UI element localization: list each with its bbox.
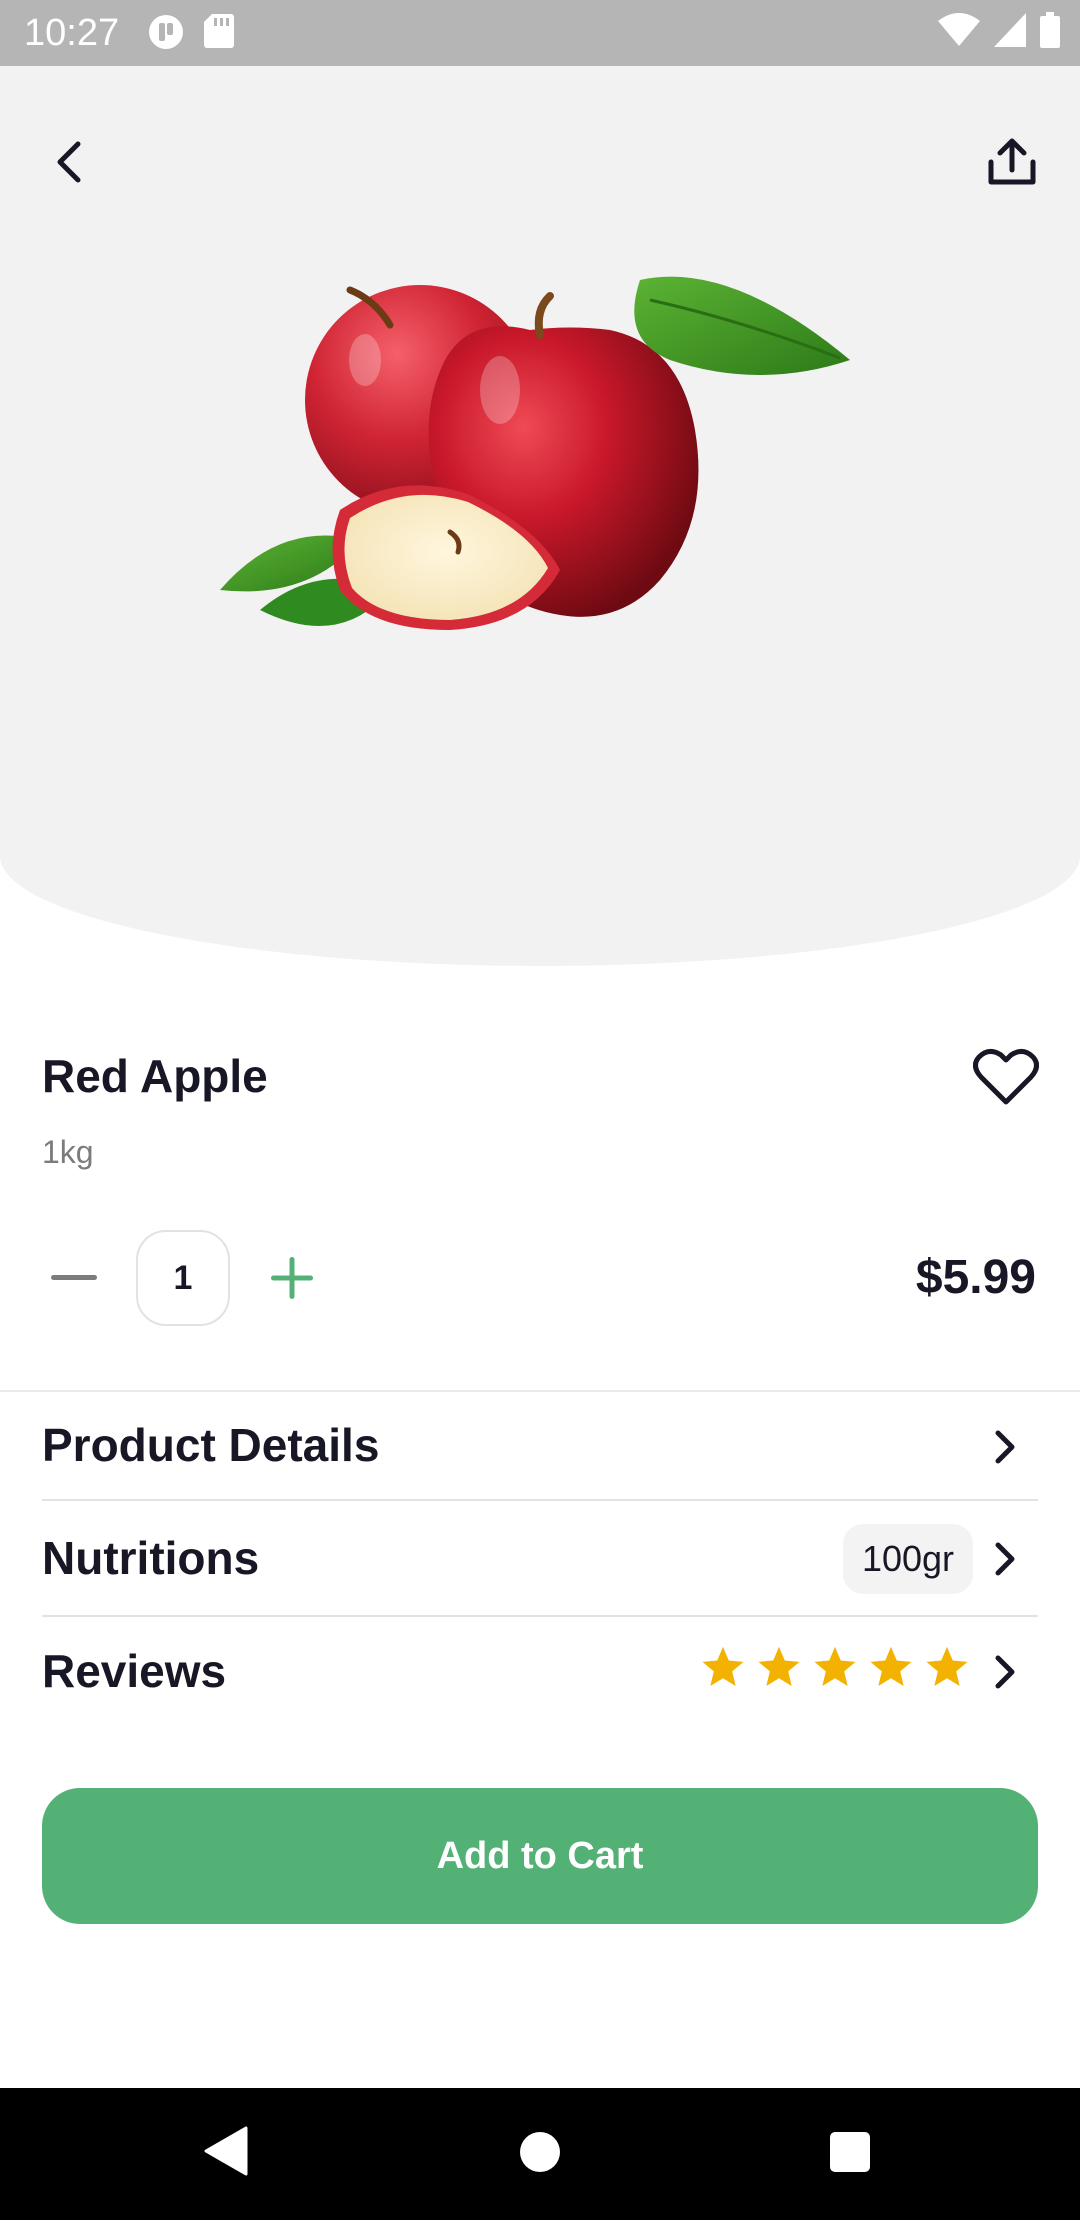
back-button[interactable] [40, 132, 96, 192]
sd-card-icon [204, 14, 234, 48]
star-icon [702, 1646, 744, 1686]
nutrition-badge: 100gr [843, 1524, 973, 1594]
plus-icon [271, 1257, 313, 1299]
product-name: Red Apple [42, 1050, 268, 1102]
quantity-value: 1 [136, 1230, 230, 1326]
battery-icon [1040, 12, 1060, 48]
star-icon [870, 1646, 912, 1686]
nav-home-icon[interactable] [520, 2132, 560, 2172]
rating-stars [700, 1644, 970, 1690]
signal-icon [994, 13, 1026, 47]
product-details-row[interactable]: Product Details [42, 1417, 379, 1473]
decrease-quantity-button[interactable] [48, 1250, 100, 1306]
minus-icon [51, 1275, 97, 1280]
star-icon [926, 1646, 968, 1686]
row-divider [42, 1499, 1038, 1501]
chevron-right-icon[interactable] [990, 1537, 1020, 1581]
product-image [220, 276, 850, 630]
nutritions-row[interactable]: Nutritions [42, 1530, 259, 1586]
nav-back-icon[interactable] [204, 2126, 248, 2176]
add-to-cart-button[interactable]: Add to Cart [42, 1788, 1038, 1924]
product-price: $5.99 [915, 1251, 1036, 1304]
chevron-left-icon [57, 141, 81, 183]
product-unit: 1kg [42, 1134, 94, 1170]
row-divider [42, 1615, 1038, 1617]
status-left-icons [148, 14, 234, 50]
status-time: 10:27 [24, 12, 120, 54]
system-navigation-bar [0, 2088, 1080, 2220]
chevron-right-icon[interactable] [990, 1425, 1020, 1469]
reviews-row[interactable]: Reviews [42, 1643, 226, 1699]
section-divider [0, 1390, 1080, 1392]
heart-outline-icon [973, 1049, 1039, 1105]
app-notification-icon [149, 15, 183, 49]
share-button[interactable] [980, 130, 1044, 194]
star-icon [814, 1646, 856, 1686]
status-bar: 10:27 [0, 0, 1080, 66]
status-right-icons [938, 12, 1060, 48]
nav-recents-icon[interactable] [830, 2132, 870, 2172]
increase-quantity-button[interactable] [266, 1250, 318, 1306]
star-icon [758, 1646, 800, 1686]
wifi-icon [938, 13, 980, 46]
chevron-right-icon[interactable] [990, 1650, 1020, 1694]
favorite-button[interactable] [970, 1044, 1042, 1110]
share-icon [988, 138, 1036, 185]
